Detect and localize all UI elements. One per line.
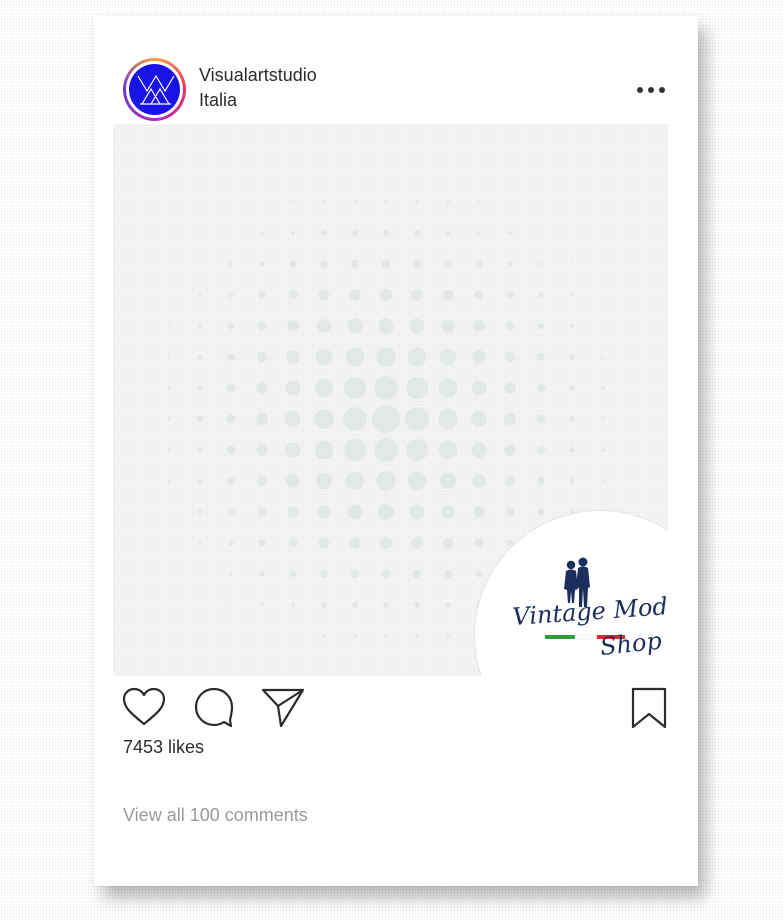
brand-logo-line1: Vintage Moda — [511, 591, 668, 631]
vintage-moda-shop-logo: Vintage Moda Shop — [511, 557, 668, 661]
visualartstudio-logo-icon — [129, 64, 180, 115]
post-card: Visualartstudio Italia Vintage Moda Shop… — [94, 16, 698, 886]
post-header: Visualartstudio Italia — [94, 16, 698, 126]
likes-count[interactable]: 7453 likes — [123, 737, 204, 758]
more-options-icon[interactable] — [634, 82, 668, 98]
post-actions — [94, 684, 698, 734]
brand-logo-badge: Vintage Moda Shop — [474, 510, 668, 676]
post-username[interactable]: Visualartstudio — [199, 65, 317, 86]
bookmark-icon[interactable] — [630, 686, 668, 735]
heart-icon[interactable] — [122, 687, 166, 732]
post-location[interactable]: Italia — [199, 90, 237, 111]
avatar[interactable] — [123, 58, 186, 121]
post-image[interactable]: Vintage Moda Shop — [113, 124, 668, 676]
comment-bubble-icon[interactable] — [193, 686, 235, 733]
paper-plane-icon[interactable] — [260, 686, 306, 733]
view-comments-link[interactable]: View all 100 comments — [123, 805, 308, 826]
brand-logo-line2: Shop — [599, 627, 663, 661]
